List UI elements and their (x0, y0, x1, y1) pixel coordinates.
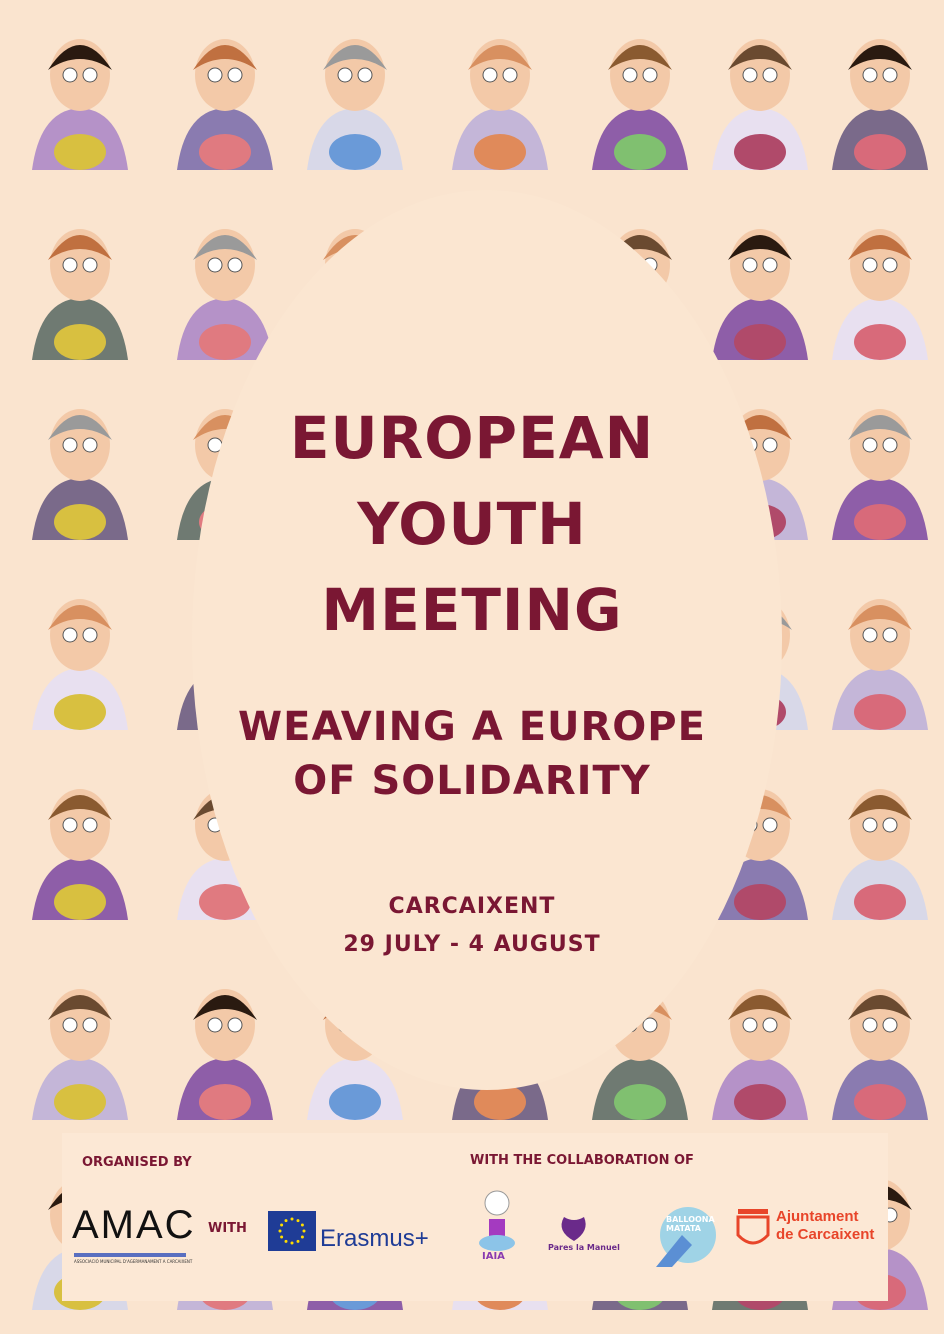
event-location: CARCAIXENT (388, 894, 556, 919)
eu-star (296, 1219, 300, 1223)
knitting-figure (177, 229, 273, 360)
eu-star (284, 1239, 288, 1243)
sponsors-panel: ORGANISED BY WITH THE COLLABORATION OF A… (62, 1133, 888, 1301)
eu-star (290, 1241, 294, 1245)
eu-flag-icon (268, 1211, 316, 1251)
with-label: WITH (208, 1221, 247, 1236)
knitting-figure (832, 989, 928, 1120)
title-line: MEETING (321, 576, 623, 644)
eu-star (296, 1239, 300, 1243)
knitting-figure (712, 229, 808, 360)
subtitle-line: WEAVING A EUROPE (238, 704, 706, 750)
event-subtitle: WEAVING A EUROPE OF SOLIDARITY (0, 700, 944, 808)
eu-star (290, 1217, 294, 1221)
ajuntament-logo: Ajuntament de Carcaixent (776, 1208, 875, 1243)
knitting-figure (177, 989, 273, 1120)
eu-star (280, 1223, 284, 1227)
collaboration-label: WITH THE COLLABORATION OF (470, 1153, 694, 1168)
knitting-figure (32, 229, 128, 360)
title-line: EUROPEAN (289, 404, 655, 472)
organised-by-label: ORGANISED BY (82, 1155, 192, 1170)
knitting-figure (592, 39, 688, 170)
carcaixent-coat-of-arms-icon (736, 1209, 770, 1245)
knitting-figure (832, 39, 928, 170)
eu-star (300, 1235, 304, 1239)
knitting-figure (307, 39, 403, 170)
knitting-figure (712, 989, 808, 1120)
event-dates: 29 JULY - 4 AUGUST (343, 932, 601, 957)
knitting-figure (452, 39, 548, 170)
knitting-figure (32, 989, 128, 1120)
event-details: CARCAIXENT 29 JULY - 4 AUGUST (0, 888, 944, 964)
eu-star (300, 1223, 304, 1227)
knitting-figure (712, 39, 808, 170)
knitting-figure (32, 39, 128, 170)
eu-star (284, 1219, 288, 1223)
knitting-figure (177, 39, 273, 170)
eu-star (278, 1229, 282, 1233)
eu-star (302, 1229, 306, 1233)
erasmus-logo: Erasmus+ (320, 1225, 429, 1252)
knitting-figure (832, 229, 928, 360)
subtitle-line: OF SOLIDARITY (293, 758, 651, 804)
event-title: EUROPEAN YOUTH MEETING (0, 395, 944, 653)
title-line: YOUTH (357, 490, 587, 558)
eu-star (280, 1235, 284, 1239)
